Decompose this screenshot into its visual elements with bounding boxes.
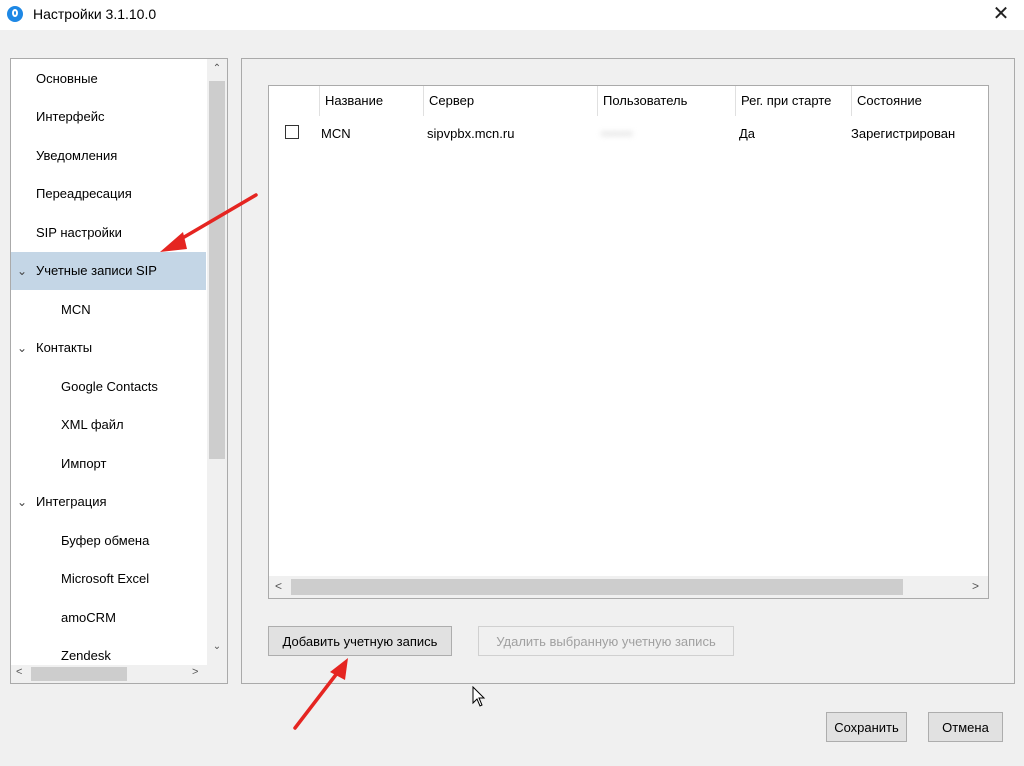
add-account-button[interactable]: Добавить учетную запись: [268, 626, 452, 656]
nav-item-mcn[interactable]: MCN: [11, 291, 206, 329]
title-bar: Настройки 3.1.10.0 ✕: [0, 0, 1024, 30]
nav-item-label: Интерфейс: [36, 109, 105, 124]
nav-item-label: Microsoft Excel: [61, 571, 150, 586]
nav-item-label: Google Contacts: [61, 379, 158, 394]
cell-server[interactable]: sipvpbx.mcn.ru: [427, 124, 514, 144]
save-button[interactable]: Сохранить: [826, 712, 907, 742]
column-header-name[interactable]: Название: [319, 86, 423, 116]
scroll-left-icon[interactable]: <: [275, 579, 282, 593]
scrollbar-thumb[interactable]: [209, 81, 225, 459]
row-checkbox[interactable]: [285, 125, 299, 139]
column-header-checkbox[interactable]: [269, 86, 319, 116]
cell-reg-on-start[interactable]: Да: [739, 124, 755, 144]
nav-item-notifications[interactable]: Уведомления: [11, 137, 206, 175]
scroll-left-icon[interactable]: <: [16, 666, 22, 678]
chevron-down-icon[interactable]: ⌄: [17, 329, 27, 367]
close-icon[interactable]: ✕: [978, 0, 1024, 30]
cell-user[interactable]: •••••••: [601, 124, 633, 144]
scrollbar-thumb[interactable]: [291, 579, 903, 595]
cancel-button[interactable]: Отмена: [928, 712, 1003, 742]
nav-item-label: Основные: [36, 71, 98, 86]
chevron-down-icon[interactable]: ⌄: [17, 483, 27, 521]
nav-item-forwarding[interactable]: Переадресация: [11, 175, 206, 213]
cell-name[interactable]: MCN: [321, 124, 351, 144]
nav-vertical-scrollbar[interactable]: ⌃ ⌄: [207, 59, 227, 667]
delete-account-button[interactable]: Удалить выбранную учетную запись: [478, 626, 734, 656]
nav-item-sip-accounts[interactable]: ⌄ Учетные записи SIP: [11, 252, 206, 290]
window-title: Настройки 3.1.10.0: [33, 6, 157, 22]
nav-item-import[interactable]: Импорт: [11, 445, 206, 483]
nav-item-amocrm[interactable]: amoCRM: [11, 599, 206, 637]
nav-item-label: Буфер обмена: [61, 533, 150, 548]
nav-item-label: Переадресация: [36, 186, 132, 201]
scroll-right-icon[interactable]: >: [192, 666, 198, 678]
column-header-user[interactable]: Пользователь: [597, 86, 735, 116]
scroll-right-icon[interactable]: >: [972, 579, 979, 593]
nav-item-label: MCN: [61, 302, 91, 317]
column-header-reg-on-start[interactable]: Рег. при старте: [735, 86, 851, 116]
nav-item-integration[interactable]: ⌄ Интеграция: [11, 483, 206, 521]
cell-status[interactable]: Зарегистрирован: [851, 124, 955, 144]
nav-item-label: XML файл: [61, 417, 124, 432]
mouse-cursor-icon: [472, 686, 486, 707]
sip-accounts-table: Название Сервер Пользователь Рег. при ст…: [268, 85, 989, 599]
nav-item-clipboard[interactable]: Буфер обмена: [11, 522, 206, 560]
nav-item-interface[interactable]: Интерфейс: [11, 98, 206, 136]
nav-item-label: Контакты: [36, 340, 93, 355]
chevron-down-icon[interactable]: ⌄: [17, 252, 27, 290]
nav-item-excel[interactable]: Microsoft Excel: [11, 560, 206, 598]
settings-nav-tree: Основные Интерфейс Уведомления Переадрес…: [10, 58, 228, 684]
nav-item-label: Учетные записи SIP: [36, 263, 157, 278]
nav-item-xml-file[interactable]: XML файл: [11, 406, 206, 444]
nav-item-label: amoCRM: [61, 610, 116, 625]
nav-item-contacts[interactable]: ⌄ Контакты: [11, 329, 206, 367]
column-header-status[interactable]: Состояние: [851, 86, 988, 116]
scroll-down-icon[interactable]: ⌄: [207, 641, 227, 652]
column-header-server[interactable]: Сервер: [423, 86, 597, 116]
nav-item-sip-settings[interactable]: SIP настройки: [11, 214, 206, 252]
nav-horizontal-scrollbar[interactable]: < >: [11, 665, 227, 683]
nav-item-label: Уведомления: [36, 148, 118, 163]
scroll-up-icon[interactable]: ⌃: [207, 63, 227, 74]
nav-item-label: Импорт: [61, 456, 107, 471]
nav-item-label: SIP настройки: [36, 225, 122, 240]
table-horizontal-scrollbar[interactable]: < >: [269, 576, 988, 598]
app-icon: [7, 6, 23, 22]
nav-item-basic[interactable]: Основные: [11, 60, 206, 98]
nav-item-label: Интеграция: [36, 494, 107, 509]
nav-item-google-contacts[interactable]: Google Contacts: [11, 368, 206, 406]
scrollbar-thumb[interactable]: [31, 667, 127, 681]
